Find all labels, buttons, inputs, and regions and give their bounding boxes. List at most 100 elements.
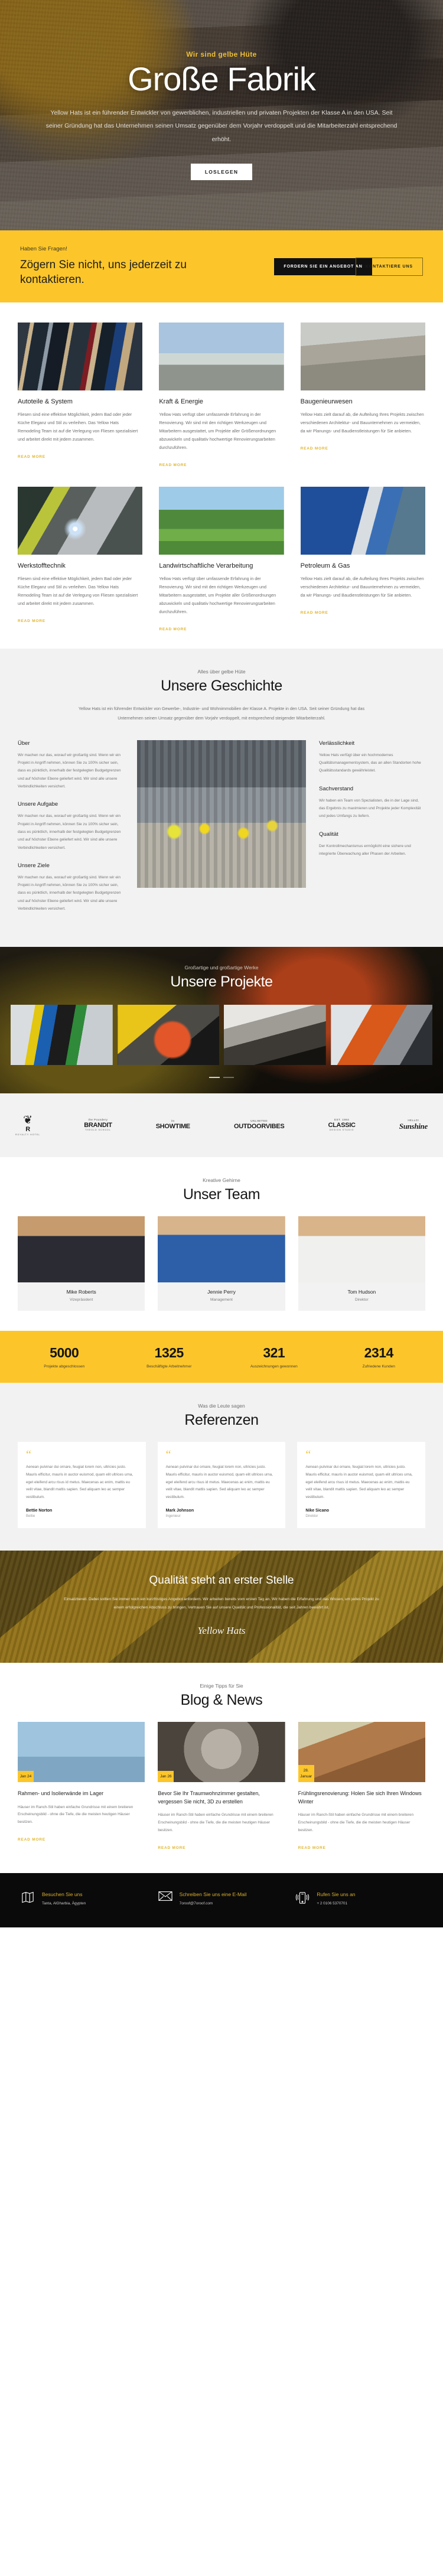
signature: Yellow Hats — [197, 1625, 246, 1637]
blog-section: Einige Tipps für Sie Blog & News Jan 24 … — [0, 1663, 443, 1873]
projects-carousel-dots — [0, 1077, 443, 1079]
quote-icon: “ — [165, 1448, 171, 1462]
footer-contact-address[interactable]: Besuchen Sie uns Tanta, AlGharbia, Ägypt… — [20, 1891, 148, 1907]
service-image — [300, 487, 425, 555]
quality-title: Qualität steht an erster Stelle — [149, 1574, 294, 1587]
team-member-role: Direktor — [354, 1298, 369, 1302]
project-tile[interactable] — [224, 1005, 326, 1066]
service-title: Autoteile & System — [18, 398, 73, 406]
read-more-link[interactable]: READ MORE — [159, 463, 187, 467]
partner-logo[interactable]: the Poundery BRANDIT THEOLD SCHOOL — [84, 1118, 112, 1132]
partner-logo[interactable]: ❦ R ROYALTY HOTEL — [15, 1115, 40, 1136]
team-member-card[interactable]: Tom Hudson Direktor — [298, 1216, 425, 1311]
contact-us-button[interactable]: KONTAKTIERE UNS — [355, 257, 423, 276]
team-member-card[interactable]: Mike Roberts Vizepräsident — [18, 1216, 145, 1311]
logo-main: Sunshine — [399, 1122, 428, 1131]
service-image — [159, 487, 284, 555]
blog-post-card[interactable]: 28. Januar Frühlingsrenovierung: Holen S… — [298, 1722, 425, 1851]
testimonial-author: Nike Sicano — [305, 1509, 330, 1513]
read-more-link[interactable]: READ MORE — [18, 455, 45, 459]
service-image — [18, 323, 143, 391]
testimonial-text: Aenean pulvinar dui ornare, feugiat lore… — [305, 1465, 413, 1499]
services-row-1: Autoteile & System Fliesen sind eine eff… — [18, 323, 425, 469]
avatar — [298, 1216, 425, 1283]
footer-title: Schreiben Sie uns eine E-Mail — [179, 1891, 247, 1897]
logo-sub: DESIGN STUDIO — [329, 1129, 354, 1132]
service-text: Yellow Hats verfügt über umfassende Erfa… — [159, 576, 276, 615]
blog-post-text: Häuser im Ranch-Stil haben einfache Grun… — [158, 1813, 273, 1832]
story-kicker: Alles über gelbe Hüte — [197, 669, 246, 675]
team-member-role: Management — [210, 1298, 233, 1302]
footer-value: 7oroof@7oroof.com — [179, 1901, 213, 1906]
wreath-icon: ❦ — [23, 1114, 33, 1127]
service-card[interactable]: Baugenieurwesen Yellow Hats zielt darauf… — [300, 323, 425, 469]
team-member-name: Tom Hudson — [347, 1289, 376, 1295]
stat-number: 5000 — [50, 1345, 79, 1361]
quote-icon: “ — [305, 1448, 311, 1462]
testimonial-role: Ingenieur — [165, 1515, 181, 1519]
hero-subtitle: Yellow Hats ist ein führender Entwickler… — [45, 109, 398, 143]
blog-post-card[interactable]: Jan 24 Rahmen- und Isolierwände im Lager… — [18, 1722, 145, 1851]
footer-contact-phone[interactable]: Rufen Sie uns an + 2 0106 5370701 — [295, 1891, 423, 1907]
read-more-link[interactable]: READ MORE — [18, 1838, 45, 1842]
hero-cta-button[interactable]: LOSLEGEN — [190, 164, 253, 181]
cta-kicker: Haben Sie Fragen! — [20, 246, 67, 252]
avatar — [18, 1216, 145, 1283]
service-text: Fliesen sind eine effektive Möglichkeit,… — [18, 412, 138, 442]
story-block-title: Über — [18, 740, 30, 747]
partner-logo[interactable]: HELLO! Sunshine — [399, 1119, 428, 1131]
services-row-2: Werkstofftechnik Fliesen sind eine effek… — [18, 487, 425, 633]
read-more-link[interactable]: READ MORE — [18, 619, 45, 623]
service-card[interactable]: Werkstofftechnik Fliesen sind eine effek… — [18, 487, 143, 633]
projects-kicker: Großartige und großartige Werke — [184, 965, 259, 971]
partner-logo[interactable]: UNLIMITED OUTDOORVIBES — [233, 1119, 285, 1131]
service-card[interactable]: Petroleum & Gas Yellow Hats zielt darauf… — [300, 487, 425, 633]
service-text: Fliesen sind eine effektive Möglichkeit,… — [18, 576, 138, 607]
team-member-card[interactable]: Jennie Perry Management — [158, 1216, 285, 1311]
contact-cta-bar: Haben Sie Fragen! Zögern Sie nicht, uns … — [0, 230, 443, 303]
stat-item: 2314 Zufriedene Kunden — [327, 1345, 432, 1369]
story-title: Unsere Geschichte — [161, 678, 282, 695]
service-card[interactable]: Kraft & Energie Yellow Hats verfügt über… — [159, 323, 284, 469]
logo-main: OUTDOORVIBES — [233, 1123, 285, 1131]
read-more-link[interactable]: READ MORE — [301, 611, 328, 615]
story-block-title: Sachverstand — [319, 785, 354, 792]
story-block-text: Yellow Hats verfügt über ein hochmoderne… — [319, 753, 421, 773]
project-tile[interactable] — [11, 1005, 113, 1066]
read-more-link[interactable]: READ MORE — [158, 1846, 185, 1850]
service-card[interactable]: Autoteile & System Fliesen sind eine eff… — [18, 323, 143, 469]
carousel-dot-2[interactable] — [223, 1077, 234, 1079]
project-tile[interactable] — [117, 1005, 219, 1066]
blog-image — [158, 1722, 285, 1783]
footer-title: Besuchen Sie uns — [42, 1891, 83, 1897]
site-footer: Besuchen Sie uns Tanta, AlGharbia, Ägypt… — [0, 1872, 443, 1927]
partner-logo[interactable]: EST. 1984 CLASSIC DESIGN STUDIO — [328, 1118, 355, 1132]
story-right-column: Verlässlichkeit Yellow Hats verfügt über… — [319, 740, 425, 924]
stat-item: 5000 Projekte abgeschlossen — [12, 1345, 117, 1369]
blog-post-card[interactable]: Jan 26 Bevor Sie Ihr Traumwohnzimmer ges… — [158, 1722, 285, 1851]
story-block-title: Unsere Ziele — [18, 862, 50, 869]
service-image — [300, 323, 425, 391]
stat-item: 1325 Beschäftigte Arbeitnehmer — [117, 1345, 222, 1369]
service-title: Baugenieurwesen — [300, 398, 353, 406]
read-more-link[interactable]: READ MORE — [159, 627, 187, 631]
blog-post-title: Bevor Sie Ihr Traumwohnzimmer gestalten,… — [158, 1790, 260, 1805]
read-more-link[interactable]: READ MORE — [301, 447, 328, 451]
footer-contact-email[interactable]: Schreiben Sie uns eine E-Mail 7oroof@7or… — [158, 1891, 286, 1907]
read-more-link[interactable]: READ MORE — [298, 1846, 326, 1850]
page-title: Große Fabrik — [128, 60, 316, 97]
our-story-section: Alles über gelbe Hüte Unsere Geschichte … — [0, 649, 443, 947]
blog-image — [18, 1722, 145, 1783]
blog-kicker: Einige Tipps für Sie — [200, 1683, 243, 1689]
stat-label: Auszeichnungen gewonnen — [250, 1364, 298, 1369]
project-tile[interactable] — [330, 1005, 432, 1066]
stat-number: 1325 — [154, 1345, 184, 1361]
story-block-text: Der Kontrollmechanismus ermöglicht eine … — [319, 844, 411, 856]
testimonial-author: Mark Johnson — [165, 1509, 194, 1513]
service-card[interactable]: Landwirtschaftliche Verarbeitung Yellow … — [159, 487, 284, 633]
stat-label: Zufriedene Kunden — [362, 1364, 395, 1369]
carousel-dot-1[interactable] — [209, 1077, 220, 1079]
story-block-text: Wir machen nur das, worauf wir großartig… — [18, 753, 121, 789]
partner-logo[interactable]: its SHOWTIME — [156, 1119, 190, 1131]
quality-band: Qualität steht an erster Stelle Einsatzb… — [0, 1551, 443, 1663]
